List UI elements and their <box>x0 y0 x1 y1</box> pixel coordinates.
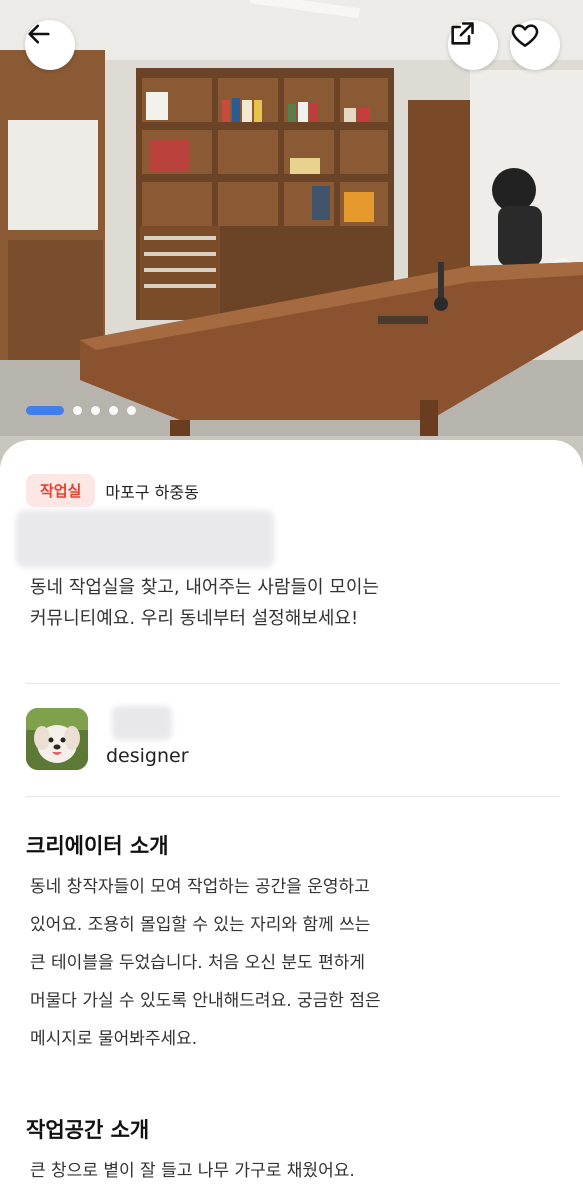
blurred-title <box>16 510 274 568</box>
space-section-text: 큰 창으로 볕이 잘 들고 나무 가구로 채웠어요. <box>30 1152 550 1190</box>
carousel-dot-active[interactable] <box>26 406 64 415</box>
avatar[interactable] <box>26 708 88 770</box>
carousel-dot[interactable] <box>91 406 100 415</box>
carousel-dot[interactable] <box>127 406 136 415</box>
detail-sheet: 작업실 마포구 하중동 동네 작업실을 찾고, 내어주는 사람들이 모이는 커뮤… <box>0 440 583 1200</box>
workspace-photo <box>0 0 583 470</box>
intro-line: 동네 작업실을 찾고, 내어주는 사람들이 모이는 <box>30 577 379 598</box>
like-button[interactable] <box>510 20 560 70</box>
space-line: 큰 창으로 볕이 잘 들고 나무 가구로 채웠어요. <box>30 1161 355 1181</box>
creator-line: 머물다 가실 수 있도록 안내해드려요. 궁금한 점은 <box>30 991 381 1011</box>
host-role: designer <box>106 745 189 767</box>
dog-avatar-image <box>26 708 88 770</box>
share-external-icon <box>451 22 474 45</box>
carousel-dot[interactable] <box>109 406 118 415</box>
blurred-host-name <box>112 706 172 740</box>
location-label: 마포구 하중동 <box>105 482 199 502</box>
space-section-title: 작업공간 소개 <box>26 1118 150 1142</box>
meta-row: 작업실 마포구 하중동 <box>26 474 199 507</box>
carousel-dot[interactable] <box>73 406 82 415</box>
divider <box>26 683 560 684</box>
intro-line: 커뮤니티예요. 우리 동네부터 설정해보세요! <box>30 608 359 629</box>
creator-section-text: 동네 창작자들이 모여 작업하는 공간을 운영하고 있어요. 조용히 몰입할 수… <box>30 868 550 1058</box>
arrow-left-icon <box>28 24 50 44</box>
creator-line: 있어요. 조용히 몰입할 수 있는 자리와 함께 쓰는 <box>30 915 371 935</box>
creator-line: 큰 테이블을 두었습니다. 처음 오신 분도 편하게 <box>30 953 365 973</box>
creator-line: 동네 창작자들이 모여 작업하는 공간을 운영하고 <box>30 877 370 897</box>
host-profile[interactable]: designer <box>26 706 189 770</box>
hero-photo[interactable] <box>0 0 583 470</box>
carousel-indicator[interactable] <box>26 406 136 415</box>
creator-section-title: 크리에이터 소개 <box>26 834 169 858</box>
intro-text: 동네 작업실을 찾고, 내어주는 사람들이 모이는 커뮤니티예요. 우리 동네부… <box>30 572 550 634</box>
category-chip: 작업실 <box>26 474 96 507</box>
creator-line: 메시지로 물어봐주세요. <box>30 1029 198 1049</box>
divider <box>26 796 560 797</box>
heart-outline-icon <box>511 24 539 47</box>
back-button[interactable] <box>25 20 75 70</box>
share-button[interactable] <box>448 20 498 70</box>
